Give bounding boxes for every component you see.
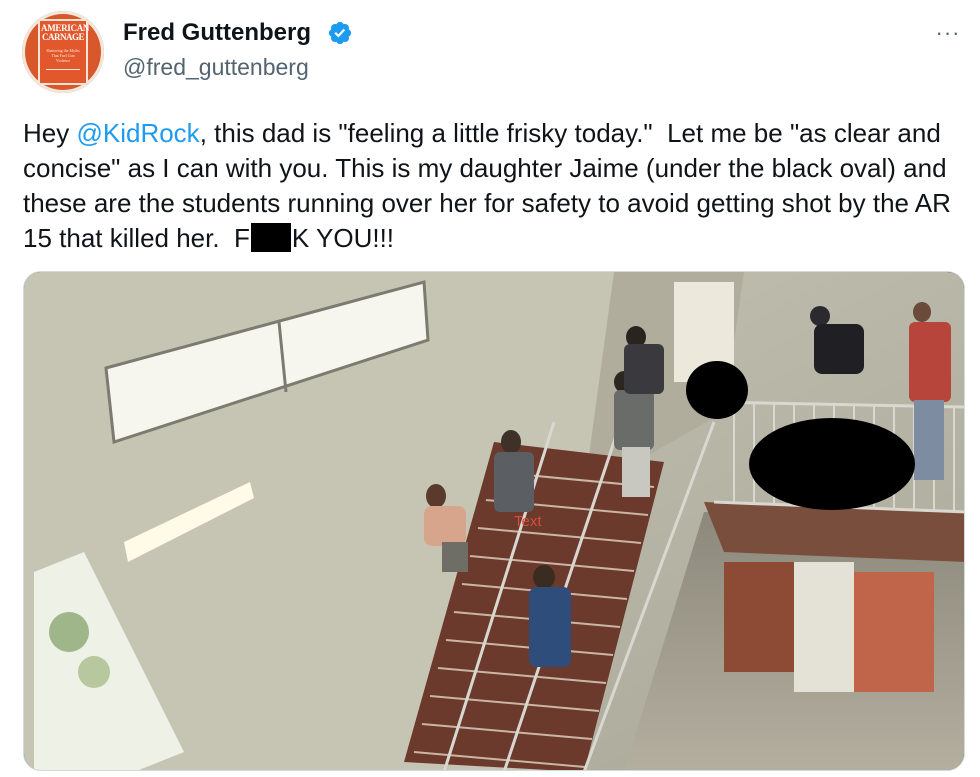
- redaction-oval-large: [749, 418, 915, 510]
- author-handle[interactable]: @fred_guttenberg: [123, 52, 309, 82]
- redaction-box: [250, 223, 291, 252]
- avatar-book-title-line2: CARNAGE: [41, 32, 85, 42]
- avatar-book-subtitle: Shattering the Myths That Fuel Gun Viole…: [46, 48, 80, 63]
- author-name[interactable]: Fred Guttenberg: [123, 18, 311, 48]
- lower-door-right: [854, 572, 934, 692]
- tweet-text: Hey @KidRock, this dad is "feeling a lit…: [23, 116, 958, 256]
- lower-wall-panel: [794, 562, 854, 692]
- avatar-book-cover: AMERICAN CARNAGE Shattering the Myths Th…: [38, 19, 89, 85]
- redaction-oval-small: [686, 361, 748, 419]
- lower-door-left: [724, 562, 794, 672]
- more-icon[interactable]: ···: [930, 22, 966, 46]
- tweet-text-end: K YOU!!!: [291, 223, 395, 253]
- stairwell-scene: Text: [24, 272, 964, 770]
- avatar-book-rule: [46, 69, 80, 70]
- avatar[interactable]: AMERICAN CARNAGE Shattering the Myths Th…: [22, 11, 104, 93]
- video-overlay-label: Text: [514, 513, 542, 530]
- foliage-2: [78, 656, 110, 688]
- foliage: [49, 612, 89, 652]
- mention-link[interactable]: @KidRock: [76, 118, 199, 148]
- tweet-text-start: Hey: [23, 118, 77, 148]
- verified-badge-icon: [328, 21, 352, 45]
- tweet: AMERICAN CARNAGE Shattering the Myths Th…: [0, 0, 980, 777]
- tweet-media-image[interactable]: Text: [23, 271, 965, 771]
